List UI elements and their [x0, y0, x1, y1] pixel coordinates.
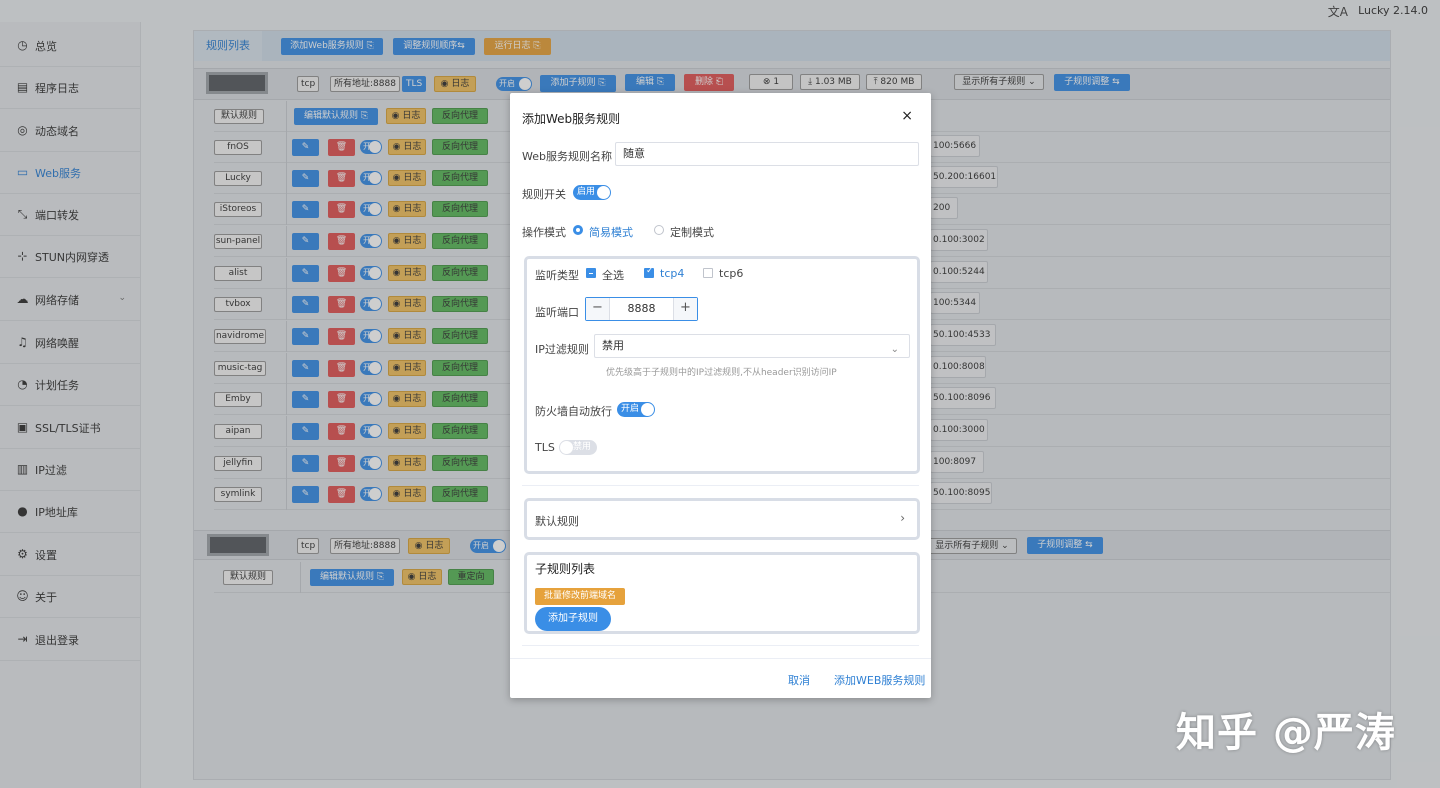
- select-all-checkbox[interactable]: [586, 268, 596, 278]
- ip-filter-hint: 优先级高于子规则中的IP过滤规则,不从header识别访问IP: [606, 368, 837, 378]
- cancel-button[interactable]: 取消: [788, 672, 810, 688]
- decrement-button[interactable]: −: [586, 298, 610, 320]
- firewall-label: 防火墙自动放行: [535, 405, 612, 418]
- rule-switch-toggle[interactable]: 启用: [573, 185, 611, 200]
- sub-rule-list-section: 子规则列表 批量修改前端域名 添加子规则: [524, 552, 920, 634]
- listen-type-label: 监听类型: [535, 269, 579, 282]
- tcp4-label[interactable]: tcp4: [660, 267, 684, 280]
- ip-filter-value: 禁用: [602, 339, 624, 352]
- listen-port-stepper[interactable]: − 8888 +: [585, 297, 698, 321]
- listen-port-label: 监听端口: [535, 306, 579, 319]
- ip-filter-select[interactable]: 禁用 ⌄: [594, 334, 910, 358]
- rule-name-label: Web服务规则名称: [522, 150, 612, 163]
- dialog-title: 添加Web服务规则: [522, 112, 621, 126]
- tls-label: TLS: [535, 441, 555, 454]
- mode-simple-label[interactable]: 简易模式: [589, 224, 633, 240]
- default-rule-collapse-label: 默认规则: [535, 515, 579, 528]
- watermark: 知乎 @严涛: [1176, 710, 1396, 756]
- listen-settings-section: 监听类型 全选 tcp4 tcp6 监听端口 − 8888 + IP过滤规则 禁…: [524, 256, 920, 474]
- divider: [522, 485, 919, 486]
- tcp6-checkbox[interactable]: [703, 268, 713, 278]
- add-sub-rule-button[interactable]: 添加子规则: [535, 607, 611, 631]
- close-icon[interactable]: ×: [901, 108, 913, 124]
- default-rule-collapse[interactable]: 默认规则 ›: [524, 498, 920, 540]
- submit-button[interactable]: 添加WEB服务规则: [834, 672, 925, 688]
- divider: [522, 645, 919, 646]
- sub-rule-list-title: 子规则列表: [535, 562, 596, 576]
- mode-simple-radio[interactable]: [573, 225, 583, 235]
- batch-modify-domain-button[interactable]: 批量修改前端域名: [535, 588, 625, 605]
- mode-custom-radio[interactable]: [654, 225, 664, 235]
- mode-custom-label[interactable]: 定制模式: [670, 224, 714, 240]
- tcp4-checkbox[interactable]: [644, 266, 654, 278]
- increment-button[interactable]: +: [673, 298, 697, 320]
- port-value[interactable]: 8888: [610, 298, 673, 320]
- firewall-toggle[interactable]: 开启: [617, 402, 655, 417]
- rule-switch-label: 规则开关: [522, 188, 566, 201]
- add-web-rule-dialog: 添加Web服务规则 × Web服务规则名称 随意 规则开关 启用 操作模式 简易…: [510, 93, 931, 698]
- chevron-right-icon: ›: [900, 511, 905, 525]
- tcp6-label[interactable]: tcp6: [719, 267, 743, 280]
- select-all-label[interactable]: 全选: [602, 267, 624, 283]
- mode-label: 操作模式: [522, 226, 566, 239]
- rule-name-input[interactable]: 随意: [615, 142, 919, 166]
- tls-toggle[interactable]: 禁用: [559, 440, 597, 455]
- ip-filter-label: IP过滤规则: [535, 343, 589, 356]
- footer-divider: [510, 658, 931, 659]
- chevron-down-icon: ⌄: [890, 344, 899, 355]
